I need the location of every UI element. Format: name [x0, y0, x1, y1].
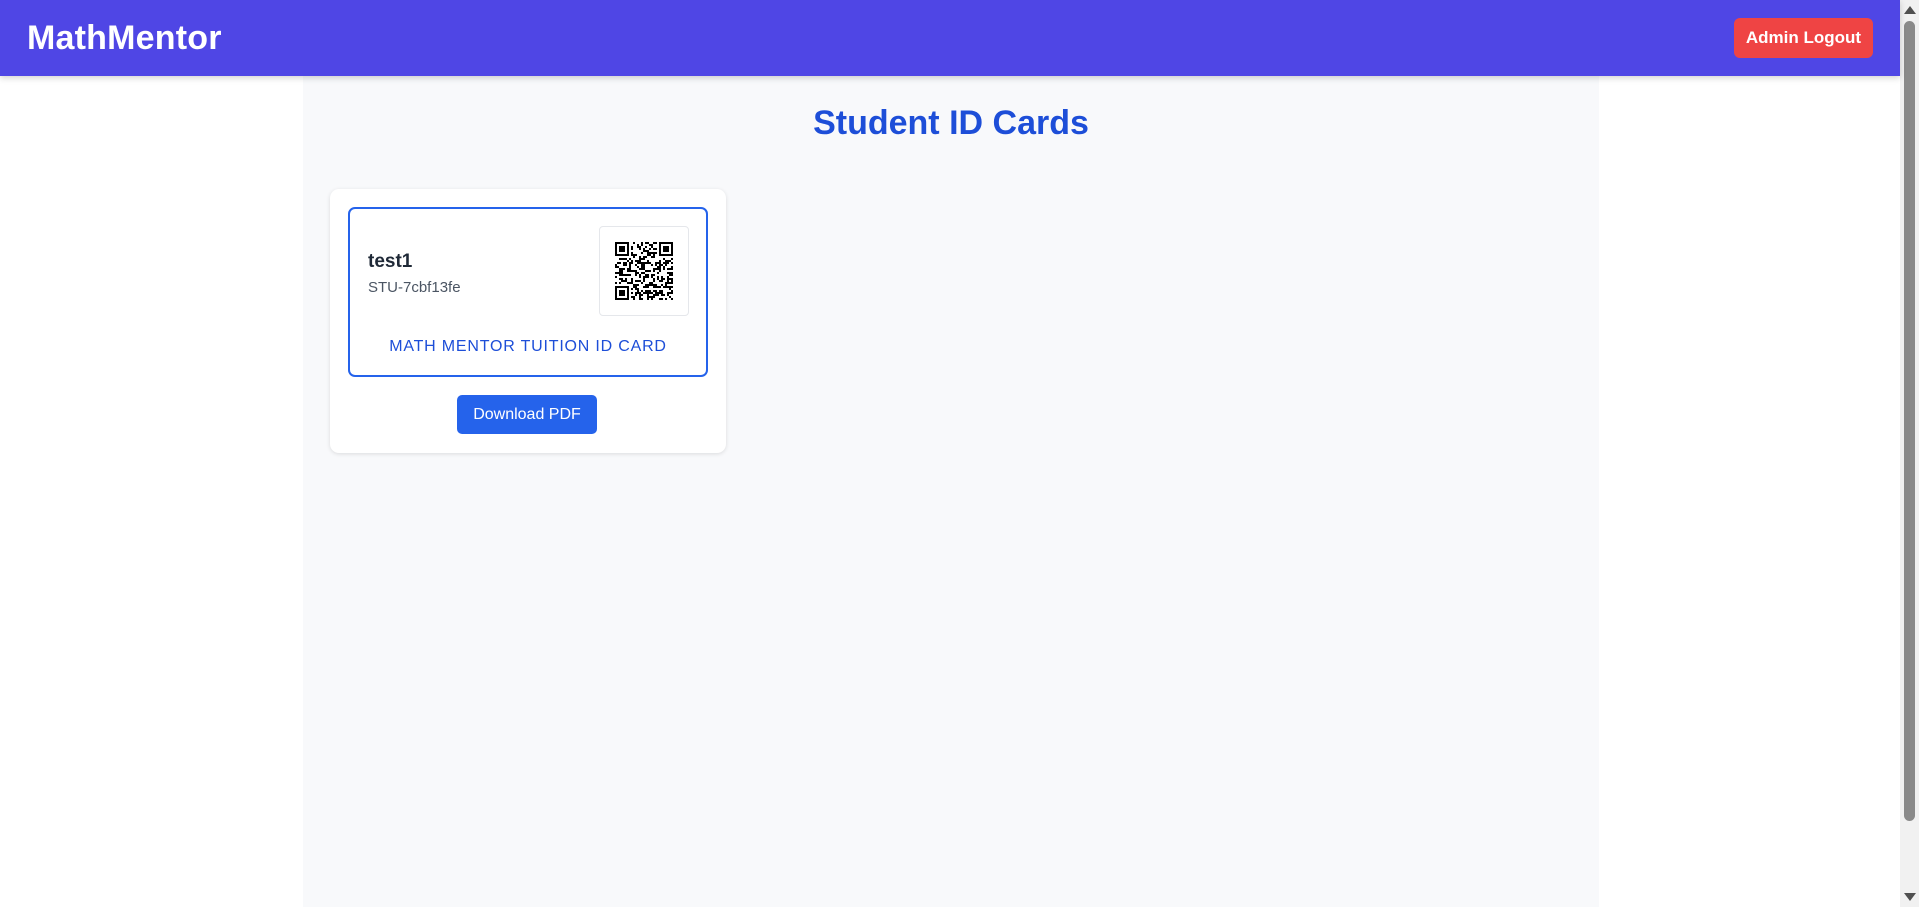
- vertical-scrollbar[interactable]: [1900, 0, 1919, 907]
- card-footer-label: MATH MENTOR TUITION ID CARD: [389, 338, 667, 355]
- student-id: STU-7cbf13fe: [368, 279, 461, 296]
- scroll-up-arrow-icon[interactable]: [1904, 6, 1916, 14]
- student-id-card: test1 STU-7cbf13fe MATH MENTOR TUITION I…: [348, 207, 708, 377]
- viewport: MathMentor Admin Logout Student ID Cards…: [0, 0, 1919, 907]
- qr-code-icon: [599, 226, 689, 316]
- qr-code-graphic: [615, 242, 673, 300]
- top-navbar: MathMentor Admin Logout: [0, 0, 1900, 76]
- id-card-container: test1 STU-7cbf13fe MATH MENTOR TUITION I…: [330, 189, 726, 453]
- main-content: Student ID Cards test1 STU-7cbf13fe MATH…: [303, 76, 1599, 907]
- page-title: Student ID Cards: [813, 104, 1089, 142]
- student-name: test1: [368, 251, 413, 272]
- download-pdf-button[interactable]: Download PDF: [457, 395, 597, 434]
- scroll-thumb[interactable]: [1904, 21, 1915, 821]
- admin-logout-button[interactable]: Admin Logout: [1734, 18, 1873, 58]
- scroll-down-arrow-icon[interactable]: [1904, 893, 1916, 901]
- brand-logo[interactable]: MathMentor: [27, 19, 222, 58]
